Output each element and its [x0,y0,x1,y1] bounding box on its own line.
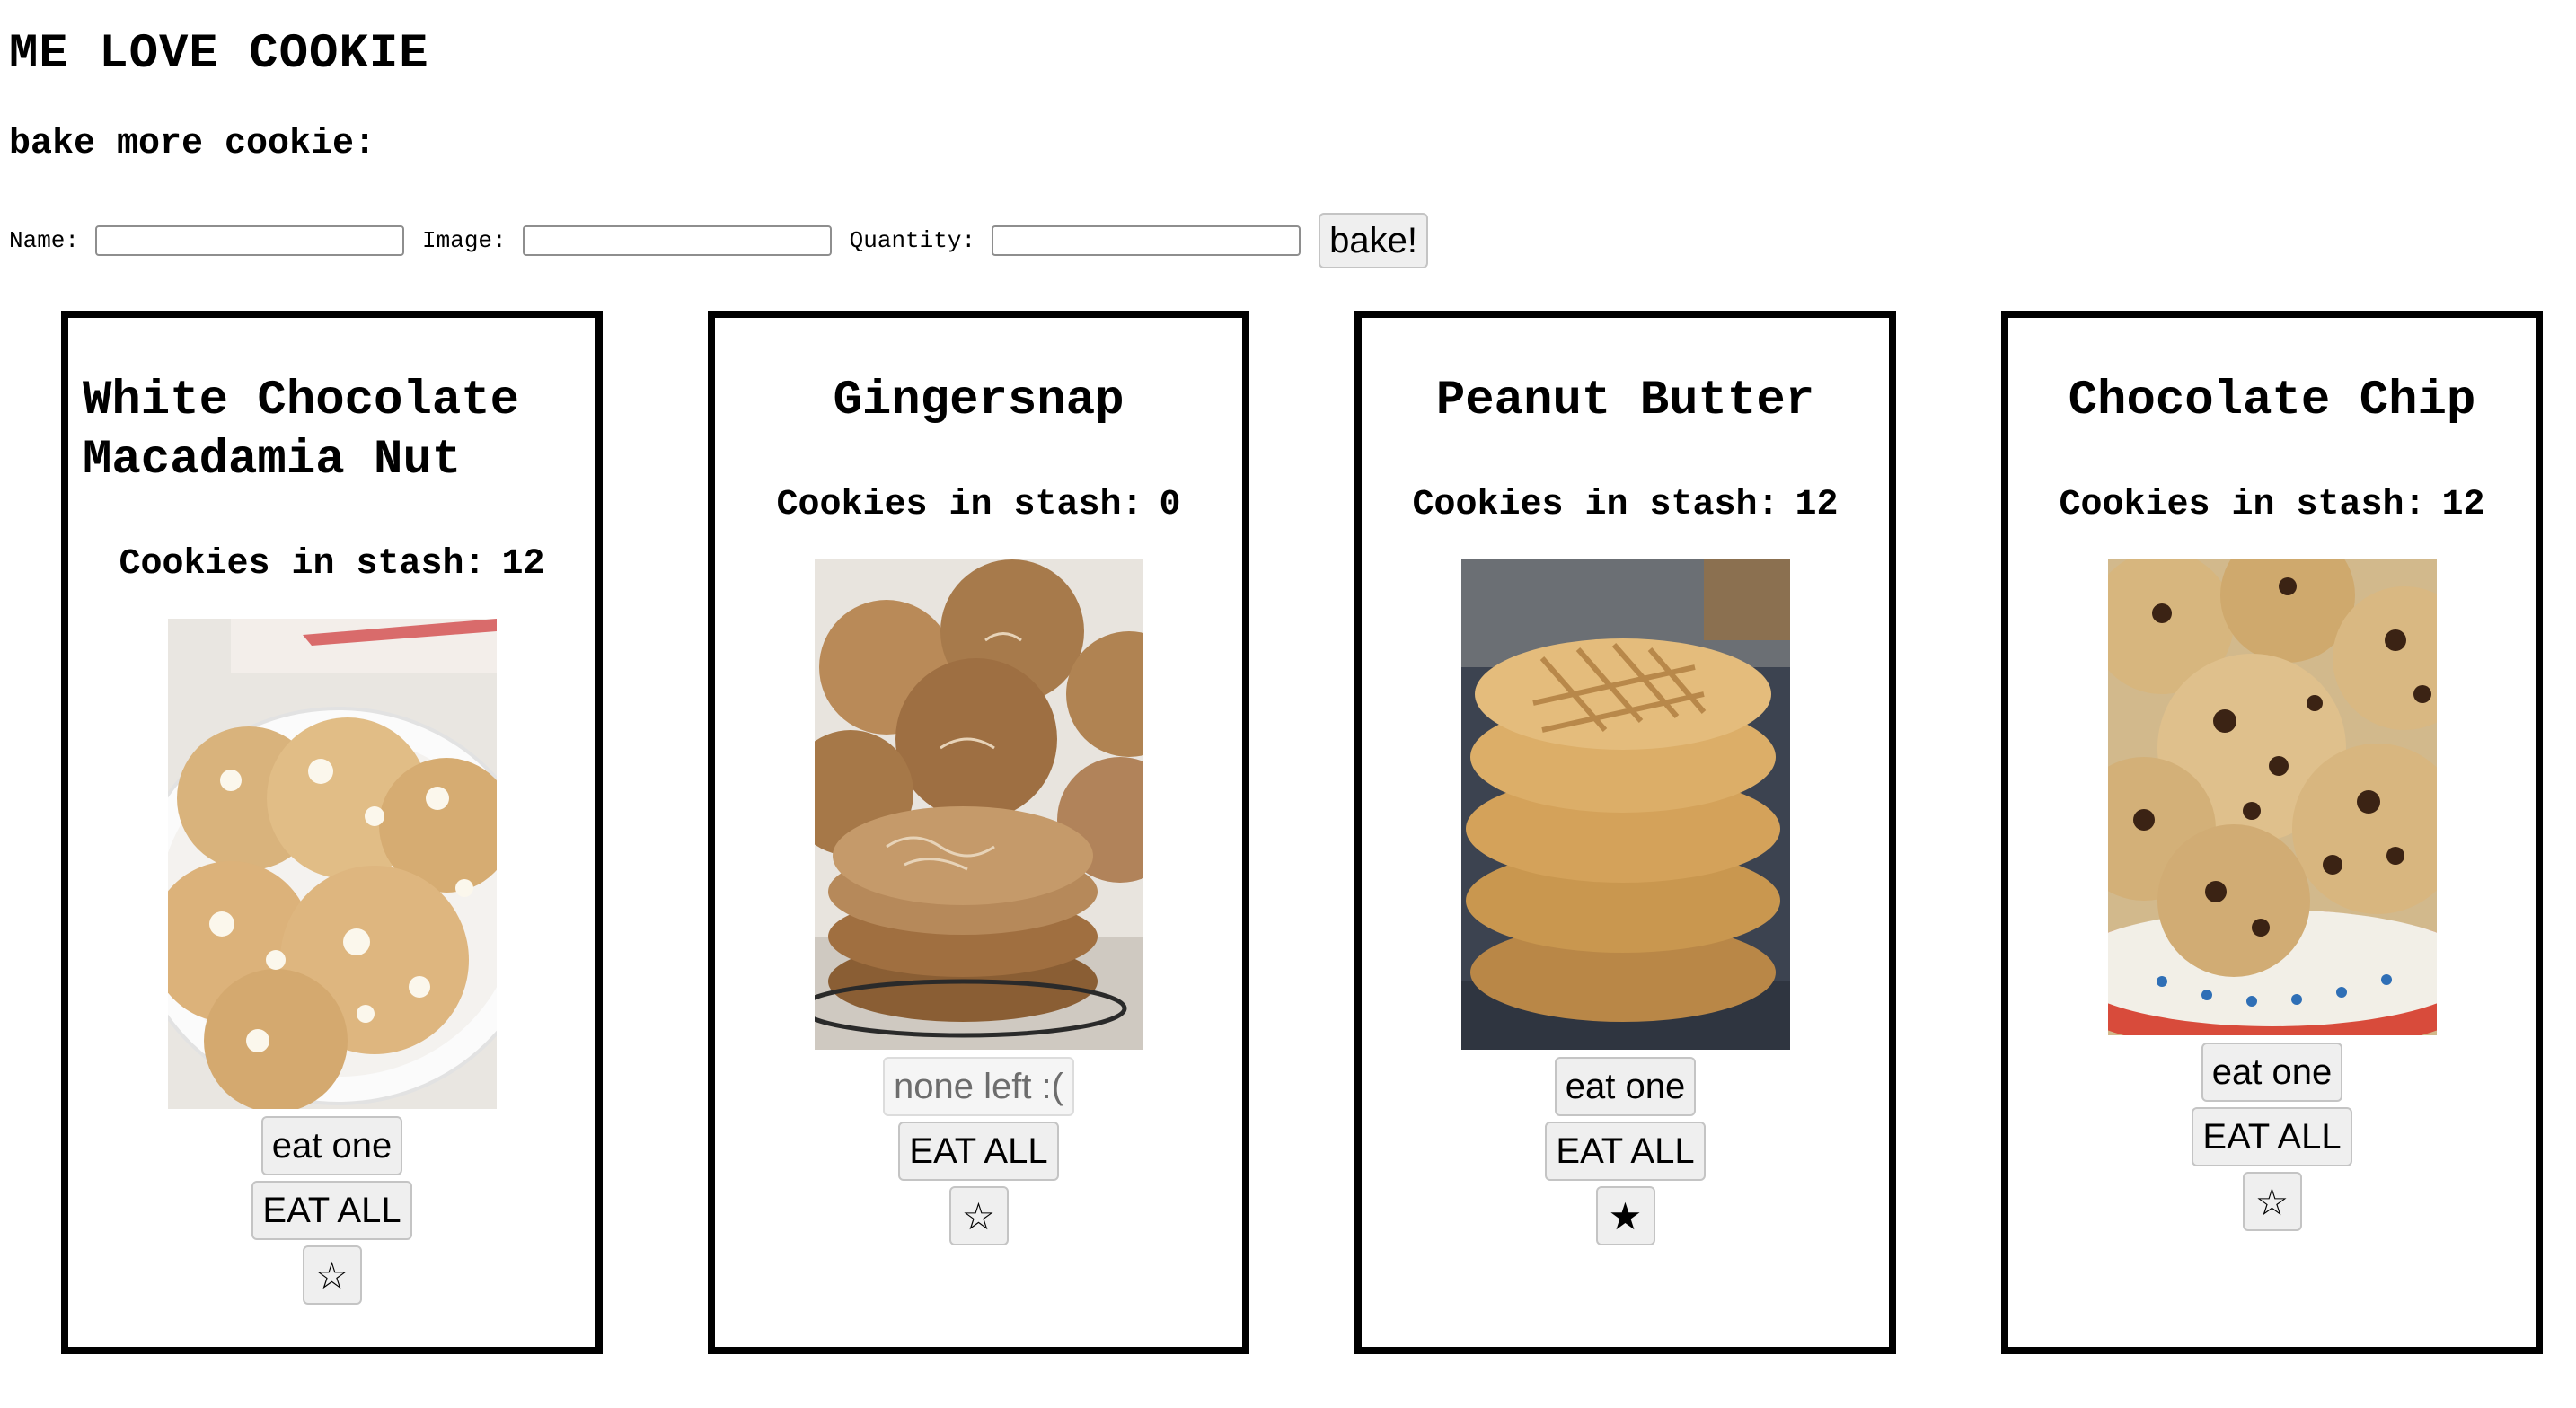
image-label: Image: [422,227,507,254]
favorite-star-icon[interactable]: ★ [1595,1186,1655,1245]
cookie-name: Peanut Butter [1435,374,1815,428]
name-input[interactable] [95,225,405,256]
eat-all-button[interactable]: EAT ALL [2192,1107,2352,1166]
cookie-name: White Chocolate Macadamia Nut [83,374,520,488]
cookie-card-white-chocolate-macadamia: White Chocolate Macadamia Nut Cookies in… [61,311,603,1354]
stash-count-line: Cookies in stash: 0 [776,485,1180,525]
cookie-card-peanut-butter: Peanut Butter Cookies in stash: 12 eat on… [1354,311,1896,1354]
cookie-card-chocolate-chip: Chocolate Chip Cookies in stash: 12 eat … [2001,311,2543,1354]
stash-count-line: Cookies in stash: 12 [2059,485,2484,525]
cookie-image [814,559,1143,1050]
stash-label: Cookies in stash: [119,544,486,585]
bake-section-title: bake more cookie: [9,124,376,164]
stash-count: 12 [501,544,545,585]
cookie-card-gingersnap: Gingersnap Cookies in stash: 0 none left … [708,311,1249,1354]
eat-one-button[interactable]: eat one [260,1116,403,1175]
stash-count: 12 [2441,485,2485,525]
favorite-star-icon[interactable]: ☆ [302,1245,362,1305]
stash-label: Cookies in stash: [776,485,1143,525]
stash-count-line: Cookies in stash: 12 [1412,485,1838,525]
quantity-input[interactable] [992,225,1301,256]
quantity-label: Quantity: [849,227,976,254]
cookie-image [167,619,497,1109]
favorite-star-icon[interactable]: ☆ [2242,1172,2302,1231]
white-chocolate-cookie-photo [167,619,497,1109]
stash-label: Cookies in stash: [1412,485,1779,525]
none-left-button[interactable]: none left :( [882,1057,1074,1116]
name-label: Name: [9,227,80,254]
eat-one-button[interactable]: eat one [1554,1057,1697,1116]
stash-count-line: Cookies in stash: 12 [119,544,544,585]
eat-one-button[interactable]: eat one [2201,1043,2343,1102]
stash-count: 12 [1795,485,1839,525]
chocolate-chip-cookie-photo [2107,559,2437,1035]
gingersnap-cookie-photo [814,559,1143,1050]
peanut-butter-cookie-photo [1460,559,1790,1050]
cookie-image [2107,559,2437,1035]
image-input[interactable] [522,225,832,256]
eat-all-button[interactable]: EAT ALL [251,1181,412,1240]
stash-count: 0 [1159,485,1181,525]
favorite-star-icon[interactable]: ☆ [948,1186,1009,1245]
cookie-name: Chocolate Chip [2068,374,2476,428]
stash-label: Cookies in stash: [2059,485,2426,525]
cookie-image [1460,559,1790,1050]
eat-all-button[interactable]: EAT ALL [898,1122,1059,1181]
eat-all-button[interactable]: EAT ALL [1545,1122,1706,1181]
bake-button[interactable]: bake! [1319,213,1428,268]
page-title: ME LOVE COOKIE [9,27,429,82]
bake-form: Name: Image: Quantity: bake! [9,212,1428,269]
cookie-name: Gingersnap [833,374,1125,428]
